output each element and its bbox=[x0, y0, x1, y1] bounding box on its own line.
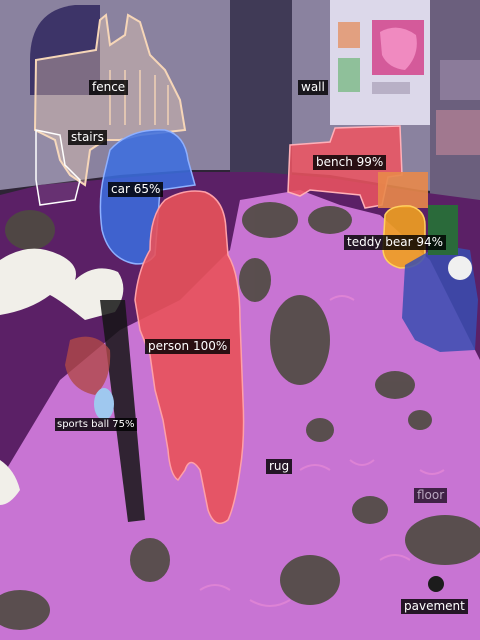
shelf-box-1 bbox=[440, 60, 480, 100]
label-wall: wall bbox=[298, 80, 328, 95]
segmentation-scene: fence wall stairs bench 99% car 65% tedd… bbox=[0, 0, 480, 640]
label-car: car 65% bbox=[108, 182, 164, 197]
label-pavement: pavement bbox=[401, 599, 468, 614]
pavement-spot bbox=[428, 576, 444, 592]
shelf-box-2 bbox=[436, 110, 480, 155]
doorway bbox=[230, 0, 292, 175]
label-sports-ball: sports ball 75% bbox=[55, 418, 137, 431]
wall-sign bbox=[372, 82, 410, 94]
wall-frame-green bbox=[338, 58, 360, 92]
label-fence: fence bbox=[89, 80, 129, 95]
wall-frame-orange bbox=[338, 22, 360, 48]
label-person: person 100% bbox=[145, 339, 231, 354]
label-stairs: stairs bbox=[68, 130, 107, 145]
label-floor: floor bbox=[414, 488, 448, 503]
scene-image bbox=[0, 0, 480, 640]
label-bench: bench 99% bbox=[313, 155, 387, 170]
toy-face bbox=[448, 256, 472, 280]
sports-ball-mask bbox=[94, 388, 114, 420]
label-rug: rug bbox=[266, 459, 293, 474]
label-teddy-bear: teddy bear 94% bbox=[344, 235, 447, 250]
orange-box bbox=[378, 172, 428, 208]
